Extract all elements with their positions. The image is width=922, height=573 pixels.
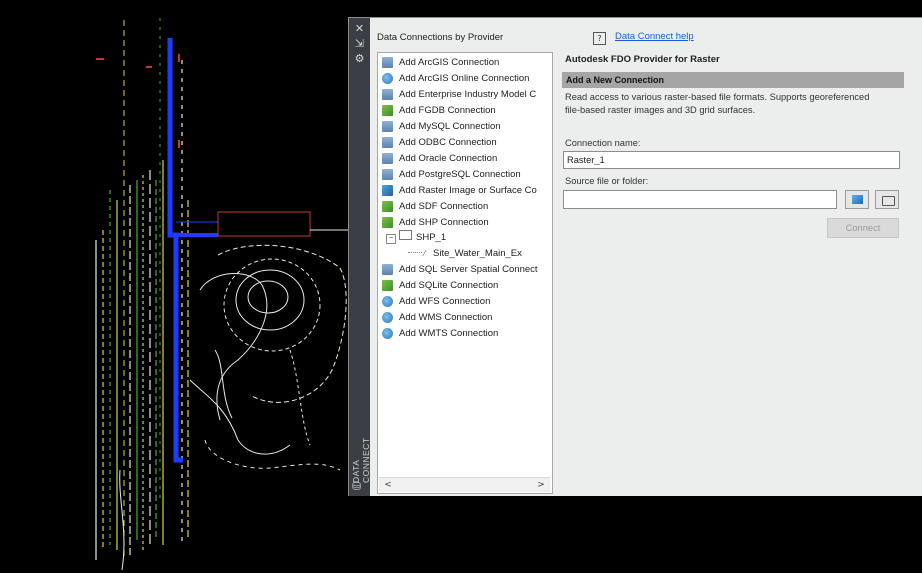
section-label: Add a New Connection	[566, 75, 665, 85]
database-icon: ⛁	[352, 480, 362, 493]
database-icon	[382, 169, 393, 180]
connect-button[interactable]: Connect	[827, 218, 899, 238]
raster-icon	[382, 185, 393, 196]
connection-name-input[interactable]	[563, 151, 900, 169]
folder-icon	[882, 196, 895, 206]
providers-title: Data Connections by Provider	[377, 32, 504, 43]
database-icon	[382, 137, 393, 148]
globe-icon	[382, 328, 393, 339]
tree-connector	[408, 252, 422, 254]
provider-item[interactable]: Add SHP Connection	[382, 215, 489, 230]
provider-item[interactable]: Add Oracle Connection	[382, 151, 497, 166]
provider-item[interactable]: Add ODBC Connection	[382, 135, 497, 150]
provider-item[interactable]: Add ArcGIS Connection	[382, 55, 499, 70]
database-icon	[382, 57, 393, 68]
provider-item[interactable]: Add Raster Image or Surface Co	[382, 183, 537, 198]
source-input[interactable]	[563, 190, 837, 209]
scroll-left-button[interactable]: <	[381, 478, 395, 492]
geodatabase-icon	[382, 105, 393, 116]
provider-item[interactable]: Add WFS Connection	[382, 294, 490, 309]
connection-name-label: Connection name:	[565, 138, 641, 148]
help-icon[interactable]: ?	[593, 32, 606, 45]
provider-item[interactable]: Add Enterprise Industry Model C	[382, 87, 536, 102]
provider-item[interactable]: Add SQLite Connection	[382, 278, 498, 293]
data-connect-palette[interactable]: ✕ ⇲ ⚙ DATA CONNECT ⛁ Data Connections by…	[348, 17, 922, 496]
help-link[interactable]: Data Connect help	[615, 31, 694, 42]
browse-folder-button[interactable]	[875, 190, 899, 209]
raster-image-icon	[852, 195, 863, 204]
tree-layer-site-water-main[interactable]: ⁄ Site_Water_Main_Ex	[408, 246, 522, 261]
provider-heading: Autodesk FDO Provider for Raster	[565, 54, 720, 65]
palette-title-strip[interactable]: ✕ ⇲ ⚙ DATA CONNECT ⛁	[349, 18, 371, 496]
palette-title: DATA CONNECT	[351, 437, 371, 483]
scroll-right-button[interactable]: >	[534, 478, 548, 492]
geodatabase-icon	[382, 280, 393, 291]
database-icon	[382, 153, 393, 164]
provider-item[interactable]: Add ArcGIS Online Connection	[382, 71, 529, 86]
browse-raster-button[interactable]	[845, 190, 869, 209]
tree-folder-shp[interactable]: − SHP_1	[386, 230, 446, 245]
database-icon	[382, 264, 393, 275]
provider-item[interactable]: Add SDF Connection	[382, 199, 488, 214]
provider-list[interactable]: Add ArcGIS Connection Add ArcGIS Online …	[377, 52, 553, 494]
globe-icon	[382, 73, 393, 84]
database-icon	[382, 89, 393, 100]
cad-drawing	[95, 18, 350, 571]
provider-item[interactable]: Add FGDB Connection	[382, 103, 496, 118]
source-label: Source file or folder:	[565, 176, 649, 186]
provider-item[interactable]: Add MySQL Connection	[382, 119, 501, 134]
horizontal-scrollbar[interactable]: < >	[379, 477, 550, 492]
database-icon	[382, 121, 393, 132]
provider-item[interactable]: Add WMTS Connection	[382, 326, 498, 341]
geodatabase-icon	[382, 217, 393, 228]
provider-item[interactable]: Add PostgreSQL Connection	[382, 167, 521, 182]
section-header: Add a New Connection	[562, 72, 904, 88]
layer-icon: ⁄	[424, 249, 426, 258]
provider-item[interactable]: Add SQL Server Spatial Connect	[382, 262, 538, 277]
close-icon[interactable]: ✕	[352, 22, 367, 35]
provider-item[interactable]: Add WMS Connection	[382, 310, 492, 325]
pin-icon[interactable]: ⇲	[352, 37, 367, 50]
folder-icon	[399, 230, 412, 240]
settings-icon[interactable]: ⚙	[352, 52, 367, 65]
geodatabase-icon	[382, 201, 393, 212]
globe-icon	[382, 296, 393, 307]
globe-icon	[382, 312, 393, 323]
provider-description: Read access to various raster-based file…	[565, 92, 870, 115]
collapse-icon[interactable]: −	[386, 234, 396, 244]
